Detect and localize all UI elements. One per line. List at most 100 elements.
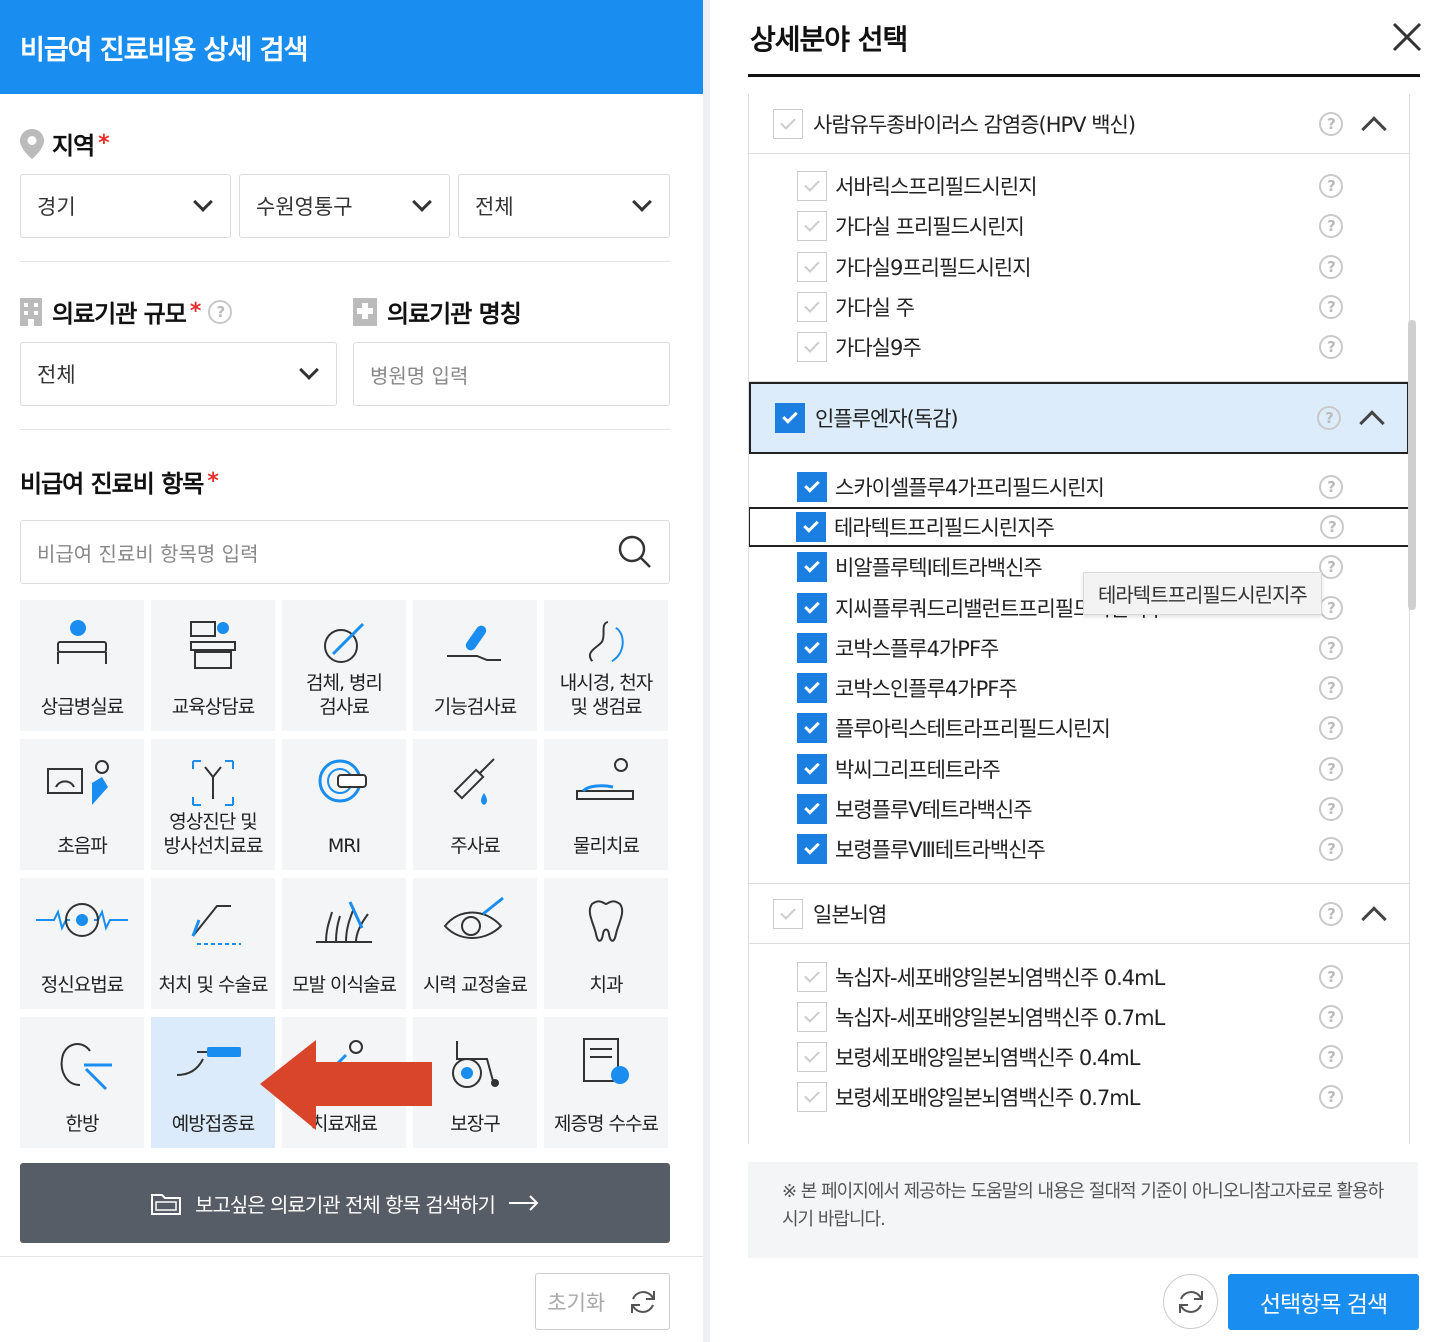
tile-vision[interactable]: 시력 교정술료 [413, 878, 537, 1009]
help-icon[interactable]: ? [1319, 837, 1343, 862]
checkbox[interactable] [797, 211, 827, 242]
checkbox-checked[interactable] [797, 834, 827, 865]
checkbox[interactable] [797, 171, 827, 202]
help-icon[interactable]: ? [208, 299, 233, 324]
tile-dental[interactable]: 치과 [544, 878, 668, 1009]
tile-imaging[interactable]: 영상진단 및 방사선치료료 [151, 739, 275, 870]
list-item[interactable]: 서바릭스프리필드시린지? [749, 166, 1409, 206]
list-item[interactable]: 박씨그리프테트라주? [749, 749, 1409, 789]
list-item[interactable]: 보령세포배양일본뇌염백신주 0.7mL? [749, 1077, 1409, 1117]
help-icon[interactable]: ? [1319, 174, 1343, 199]
province-select[interactable]: 경기 [20, 174, 231, 238]
help-icon[interactable]: ? [1317, 406, 1341, 431]
category-header-influenza[interactable]: 인플루엔자(독감) ? [749, 382, 1409, 455]
chevron-down-icon [299, 360, 319, 380]
tile-injection[interactable]: 주사료 [413, 739, 537, 870]
help-icon[interactable]: ? [1319, 295, 1343, 320]
help-icon[interactable]: ? [1319, 1045, 1343, 1070]
category-header-hpv[interactable]: 사람유두종바이러스 감염증(HPV 백신) ? [749, 94, 1409, 154]
tile-vaccination[interactable]: 예방접종료 [151, 1017, 275, 1148]
help-icon[interactable]: ? [1319, 964, 1343, 989]
checkbox[interactable] [797, 961, 827, 992]
tile-hair[interactable]: 모발 이식술료 [282, 878, 406, 1009]
help-icon[interactable]: ? [1319, 797, 1343, 821]
item-search-input[interactable]: 비급여 진료비 항목명 입력 [20, 520, 670, 584]
reset-button[interactable]: 초기화 [535, 1273, 670, 1330]
checkbox-checked[interactable] [797, 592, 827, 623]
checkbox[interactable] [797, 251, 827, 282]
facility-size-select[interactable]: 전체 [20, 342, 337, 406]
list-item[interactable]: 스카이셀플루4가프리필드시린지? [749, 466, 1409, 506]
checkbox-checked[interactable] [797, 753, 827, 784]
reset-selection-button[interactable] [1163, 1274, 1218, 1329]
help-icon[interactable]: ? [1319, 635, 1343, 660]
help-icon[interactable]: ? [1319, 555, 1343, 580]
tile-counseling[interactable]: 교육상담료 [151, 600, 275, 731]
help-icon[interactable]: ? [1319, 595, 1343, 620]
help-icon[interactable]: ? [1319, 111, 1343, 136]
tile-function-test[interactable]: 기능검사료 [413, 600, 537, 731]
tile-psychotherapy[interactable]: 정신요법료 [20, 878, 144, 1009]
checkbox-checked[interactable] [797, 471, 827, 502]
help-icon[interactable]: ? [1319, 716, 1343, 741]
checkbox-checked[interactable] [797, 632, 827, 663]
list-item[interactable]: 가다실 프리필드시린지? [749, 206, 1409, 246]
help-icon[interactable]: ? [1319, 756, 1343, 781]
checkbox-checked[interactable] [797, 713, 827, 744]
checkbox[interactable] [797, 1001, 827, 1032]
town-select[interactable]: 전체 [458, 174, 670, 238]
checkbox[interactable] [797, 292, 827, 323]
checkbox-checked[interactable] [797, 673, 827, 704]
list-item[interactable]: 보령플루Ⅴ테트라백신주? [749, 789, 1409, 829]
checkbox-checked[interactable] [775, 403, 805, 434]
help-icon[interactable]: ? [1319, 335, 1343, 360]
list-item[interactable]: 플루아릭스테트라프리필드시린지? [749, 708, 1409, 748]
hospital-name-input[interactable]: 병원명 입력 [353, 342, 670, 406]
list-item-focused[interactable]: 테라텍트프리필드시린지주? [749, 506, 1409, 548]
checkbox-checked[interactable] [797, 552, 827, 583]
tile-pathology[interactable]: 검체, 병리 검사료 [282, 600, 406, 731]
checkbox[interactable] [773, 108, 803, 139]
search-all-items-button[interactable]: 보고싶은 의료기관 전체 항목 검색하기 [20, 1163, 670, 1243]
help-icon[interactable]: ? [1319, 214, 1343, 239]
list-item[interactable]: 가다실9프리필드시린지? [749, 247, 1409, 287]
tile-certificate[interactable]: 제증명 수수료 [544, 1017, 668, 1148]
checkbox[interactable] [797, 1082, 827, 1113]
search-selected-button[interactable]: 선택항목 검색 [1228, 1274, 1419, 1330]
tile-mri[interactable]: MRI [282, 739, 406, 870]
list-item[interactable]: 코박스인플루4가PF주? [749, 668, 1409, 708]
checkbox[interactable] [773, 898, 803, 929]
chevron-up-icon[interactable] [1361, 115, 1387, 142]
help-icon[interactable]: ? [1319, 1085, 1343, 1110]
help-icon[interactable]: ? [1319, 1004, 1343, 1029]
checkbox-checked[interactable] [797, 794, 827, 824]
tile-ultrasound[interactable]: 초음파 [20, 739, 144, 870]
list-item[interactable]: 보령세포배양일본뇌염백신주 0.4mL? [749, 1037, 1409, 1077]
help-icon[interactable]: ? [1319, 676, 1343, 701]
list-item[interactable]: 녹십자-세포배양일본뇌염백신주 0.4mL? [749, 956, 1409, 996]
list-item[interactable]: 보령플루Ⅷ테트라백신주? [749, 829, 1409, 869]
checkbox[interactable] [797, 1042, 827, 1073]
search-icon[interactable] [617, 534, 653, 570]
help-icon[interactable]: ? [1320, 514, 1344, 539]
checkbox[interactable] [797, 332, 827, 363]
list-item[interactable]: 코박스플루4가PF주? [749, 628, 1409, 668]
tile-oriental[interactable]: 한방 [20, 1017, 144, 1148]
category-header-japanese-encephalitis[interactable]: 일본뇌염 ? [749, 884, 1409, 945]
checkbox-checked[interactable] [796, 511, 826, 542]
list-item[interactable]: 가다실9주? [749, 327, 1409, 367]
help-icon[interactable]: ? [1319, 901, 1343, 926]
chevron-up-icon[interactable] [1359, 410, 1385, 437]
tile-endoscopy[interactable]: 내시경, 천자 및 생검료 [544, 600, 668, 731]
help-icon[interactable]: ? [1319, 474, 1343, 499]
help-icon[interactable]: ? [1319, 254, 1343, 279]
district-select[interactable]: 수원영통구 [239, 174, 450, 238]
chevron-up-icon[interactable] [1361, 906, 1387, 932]
tile-surgery[interactable]: 처치 및 수술료 [151, 878, 275, 1009]
list-item[interactable]: 녹십자-세포배양일본뇌염백신주 0.7mL? [749, 997, 1409, 1037]
list-item[interactable]: 가다실 주? [749, 287, 1409, 327]
tile-physical-therapy[interactable]: 물리치료 [544, 739, 668, 870]
close-icon[interactable] [1390, 20, 1424, 54]
scrollbar[interactable] [1408, 320, 1416, 610]
tile-room-fee[interactable]: 상급병실료 [20, 600, 144, 731]
